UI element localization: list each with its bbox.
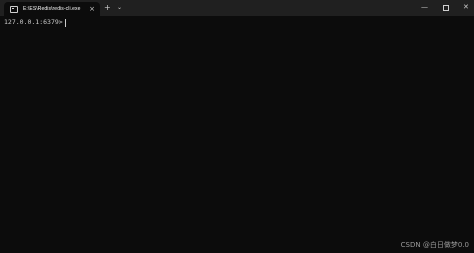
prompt-line[interactable]: 127.0.0.1:6379> xyxy=(4,18,66,27)
chevron-down-icon[interactable]: ⌄ xyxy=(117,3,122,13)
close-tab-icon[interactable]: × xyxy=(89,4,95,14)
close-window-button[interactable]: ✕ xyxy=(463,2,469,12)
text-cursor xyxy=(64,18,66,27)
terminal-window: E:\ES\Redis\redis-cli.exe × + ⌄ — ✕ 127.… xyxy=(0,0,474,253)
title-bar[interactable]: E:\ES\Redis\redis-cli.exe × + ⌄ — ✕ xyxy=(0,0,474,16)
terminal-output[interactable]: 127.0.0.1:6379> CSDN @白日做梦0.0 xyxy=(0,16,474,253)
maximize-button[interactable] xyxy=(443,5,449,11)
tab-label: E:\ES\Redis\redis-cli.exe xyxy=(23,6,81,12)
terminal-icon xyxy=(10,5,18,13)
minimize-button[interactable]: — xyxy=(421,2,428,12)
new-tab-button[interactable]: + xyxy=(104,3,111,13)
prompt-text: 127.0.0.1:6379> xyxy=(4,18,63,26)
tab-redis-cli[interactable]: E:\ES\Redis\redis-cli.exe × xyxy=(4,2,100,16)
watermark: CSDN @白日做梦0.0 xyxy=(400,241,469,249)
